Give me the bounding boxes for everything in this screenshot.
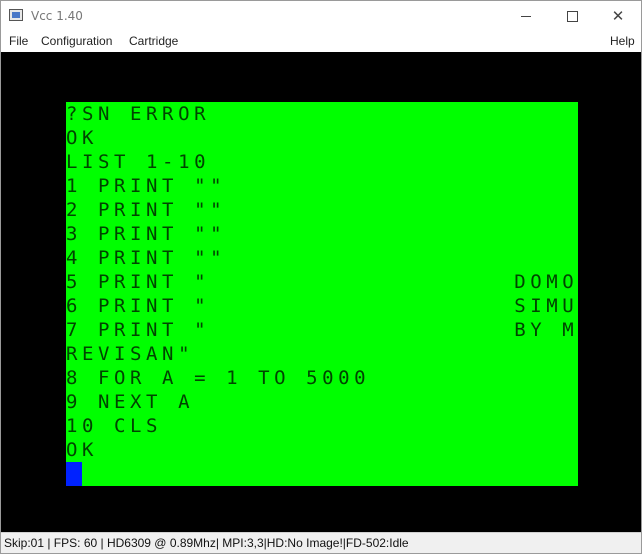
menu-configuration[interactable]: Configuration [41, 34, 112, 48]
close-icon: ✕ [611, 7, 625, 25]
screen-line: 10 CLS [66, 415, 163, 437]
window-title: Vcc 1.40 [31, 9, 83, 23]
screen-line: 2 PRINT "" [66, 199, 227, 221]
status-bar: Skip:01 | FPS: 60 | HD6309 @ 0.89Mhz| MP… [1, 532, 641, 553]
minimize-button[interactable] [503, 1, 549, 32]
emulator-window: Vcc 1.40 ✕ File Configuration Cartridge … [0, 0, 642, 554]
screen-line: ?SN ERROR [66, 103, 211, 125]
screen-line: 9 NEXT A [66, 391, 195, 413]
coco-screen[interactable]: ?SN ERROR OK LIST 1-10 1 PRINT "" 2 PRINT ""… [66, 102, 578, 486]
screen-line: OK [66, 127, 99, 149]
screen-line: REVISAN" [66, 343, 195, 365]
menu-cartridge[interactable]: Cartridge [129, 34, 178, 48]
menu-file[interactable]: File [9, 34, 28, 48]
emulator-display[interactable]: ?SN ERROR OK LIST 1-10 1 PRINT "" 2 PRINT ""… [1, 52, 641, 532]
status-text: Skip:01 | FPS: 60 | HD6309 @ 0.89Mhz| MP… [4, 536, 409, 550]
screen-line: 6 PRINT " SIMULATOR" [66, 295, 578, 317]
screen-line: 5 PRINT " DOMOTIC" [66, 271, 578, 293]
screen-line: 4 PRINT "" [66, 247, 227, 269]
app-icon [9, 9, 23, 21]
menu-bar: File Configuration Cartridge Help [1, 32, 641, 52]
maximize-button[interactable] [549, 1, 595, 32]
screen-line: LIST 1-10 [66, 151, 211, 173]
menu-help[interactable]: Help [610, 34, 635, 48]
screen-line: 7 PRINT " BY MATTEO T [66, 319, 578, 341]
screen-line: OK [66, 439, 99, 461]
maximize-icon [566, 11, 578, 22]
screen-line: 8 FOR A = 1 TO 5000 [66, 367, 371, 389]
screen-line: 3 PRINT "" [66, 223, 227, 245]
screen-text: ?SN ERROR OK LIST 1-10 1 PRINT "" 2 PRINT ""… [66, 102, 578, 462]
text-cursor [66, 462, 82, 486]
screen-line: 1 PRINT "" [66, 175, 227, 197]
minimize-icon [521, 16, 531, 17]
close-button[interactable]: ✕ [595, 1, 641, 32]
title-bar[interactable]: Vcc 1.40 ✕ [1, 1, 641, 32]
